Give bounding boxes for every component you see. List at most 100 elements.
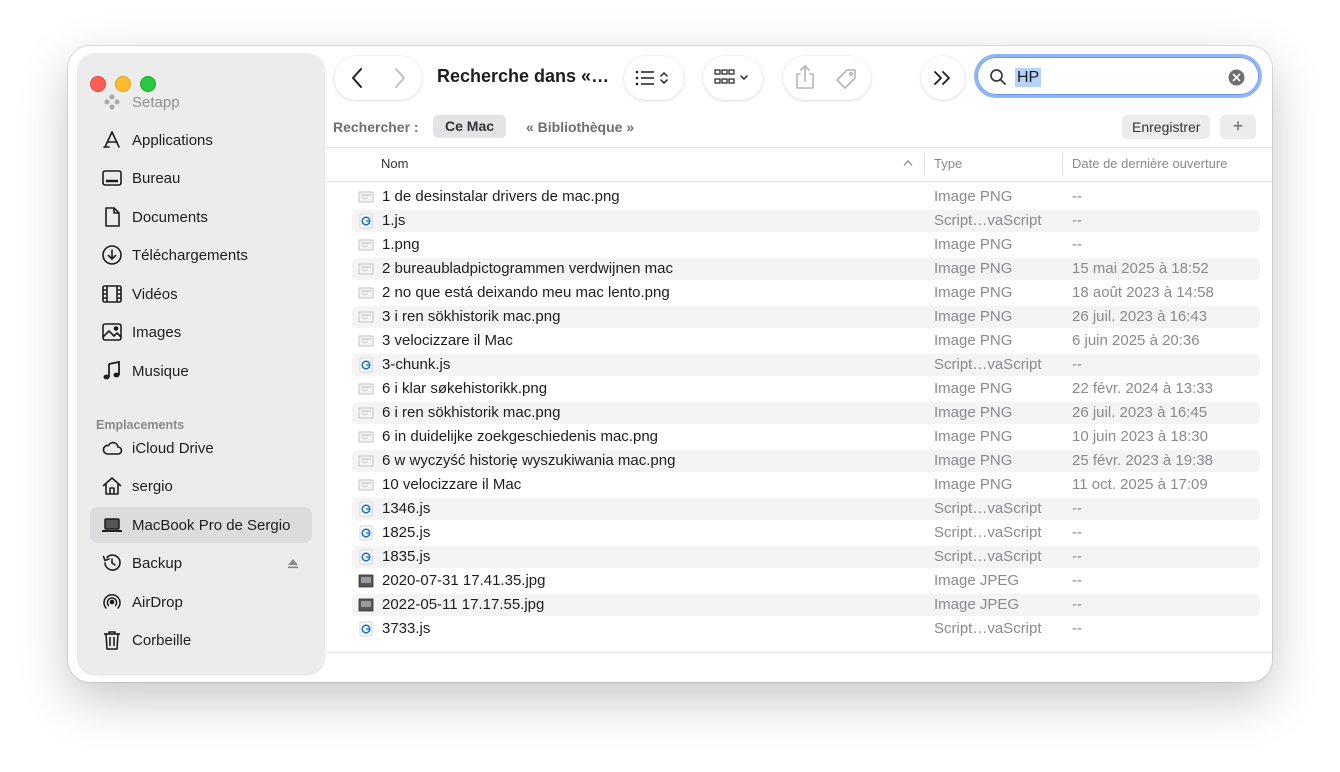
sidebar-item-label: AirDrop <box>132 593 183 611</box>
file-list: 1 de desinstalar drivers de mac.png Image… <box>326 186 1272 652</box>
sidebar-item-documents[interactable]: Documents <box>90 199 312 235</box>
sidebar-item-airdrop[interactable]: AirDrop <box>90 584 312 620</box>
share-button[interactable] <box>796 65 814 89</box>
file-name: 3 velocizzare il Mac <box>382 332 513 349</box>
music-note-icon <box>100 359 124 383</box>
search-field[interactable]: HP <box>974 54 1262 98</box>
sidebar-item-label: iCloud Drive <box>132 439 214 457</box>
group-button[interactable] <box>703 56 763 100</box>
png-thumbnail-icon <box>358 333 374 349</box>
search-icon <box>990 69 1006 85</box>
more-toolbar-button[interactable] <box>921 56 965 100</box>
file-row[interactable]: 6 w wyczyść historię wyszukiwania mac.pn… <box>352 450 1260 472</box>
file-type: Image PNG <box>934 284 1013 301</box>
view-options-button[interactable] <box>624 56 684 100</box>
sidebar-item-backup[interactable]: Backup <box>90 545 312 581</box>
file-row[interactable]: 1346.js Script…vaScript -- <box>352 498 1260 520</box>
sidebar-item-videos[interactable]: Vidéos <box>90 276 312 312</box>
list-view-icon <box>635 70 668 86</box>
home-icon <box>100 474 124 498</box>
png-thumbnail-icon <box>358 429 374 445</box>
file-name: 6 w wyczyść historię wyszukiwania mac.pn… <box>382 452 676 469</box>
sidebar-item-trash[interactable]: Corbeille <box>90 622 312 658</box>
file-name: 6 i klar søkehistorikk.png <box>382 380 548 397</box>
sidebar-item-bureau[interactable]: Bureau <box>90 160 312 196</box>
time-machine-icon <box>100 551 124 575</box>
column-date-header[interactable]: Date de dernière ouverture <box>1072 156 1227 171</box>
file-row[interactable]: 1 de desinstalar drivers de mac.png Image… <box>352 186 1260 208</box>
file-name: 10 velocizzare il Mac <box>382 476 522 493</box>
png-thumbnail-icon <box>358 381 374 397</box>
sidebar-item-applications[interactable]: Applications <box>90 122 312 158</box>
document-icon <box>100 205 124 229</box>
file-type: Image PNG <box>934 236 1013 253</box>
column-name-header[interactable]: Nom <box>381 156 408 171</box>
file-name: 1.js <box>382 212 406 229</box>
file-last-opened-date: 6 juin 2025 à 20:36 <box>1072 332 1200 349</box>
file-row[interactable]: 2022-05-11 17.17.55.jpg Image JPEG -- <box>352 594 1260 616</box>
file-last-opened-date: -- <box>1072 500 1082 517</box>
file-row[interactable]: 6 in duidelijke zoekgeschiedenis mac.png… <box>352 426 1260 448</box>
column-divider[interactable] <box>1062 153 1063 175</box>
file-last-opened-date: -- <box>1072 212 1082 229</box>
add-criteria-button[interactable]: + <box>1220 115 1256 139</box>
file-row[interactable]: 2020-07-31 17.41.35.jpg Image JPEG -- <box>352 570 1260 592</box>
file-row[interactable]: 3-chunk.js Script…vaScript -- <box>352 354 1260 376</box>
file-row[interactable]: 1825.js Script…vaScript -- <box>352 522 1260 544</box>
list-bottom-divider <box>326 652 1272 653</box>
file-row[interactable]: 3 i ren sökhistorik mac.png Image PNG 26 j… <box>352 306 1260 328</box>
js-file-icon <box>358 621 374 637</box>
sidebar-item-label: Documents <box>132 208 208 226</box>
file-row[interactable]: 1835.js Script…vaScript -- <box>352 546 1260 568</box>
eject-icon[interactable] <box>286 556 300 570</box>
sidebar-item-icloud[interactable]: iCloud Drive <box>90 430 312 466</box>
desktop-icon <box>100 166 124 190</box>
sidebar-item-setapp[interactable]: Setapp <box>90 84 312 120</box>
file-row[interactable]: 1.js Script…vaScript -- <box>352 210 1260 232</box>
file-row[interactable]: 3 velocizzare il Mac Image PNG 6 juin 2025… <box>352 330 1260 352</box>
cloud-icon <box>100 436 124 460</box>
back-button[interactable] <box>352 68 362 88</box>
sidebar-item-macbook[interactable]: MacBook Pro de Sergio <box>90 507 312 543</box>
file-name: 1825.js <box>382 524 431 541</box>
file-row[interactable]: 2 bureaubladpictogrammen verdwijnen mac I… <box>352 258 1260 280</box>
search-input[interactable]: HP <box>1015 68 1042 87</box>
file-name: 3-chunk.js <box>382 356 451 373</box>
sidebar-item-music[interactable]: Musique <box>90 353 312 389</box>
column-type-header[interactable]: Type <box>934 156 962 171</box>
file-row[interactable]: 10 velocizzare il Mac Image PNG 11 oct. 20… <box>352 474 1260 496</box>
file-row[interactable]: 6 i klar søkehistorikk.png Image PNG 22 fé… <box>352 378 1260 400</box>
file-last-opened-date: -- <box>1072 356 1082 373</box>
scope-this-mac-button[interactable]: Ce Mac <box>433 115 507 138</box>
file-type: Script…vaScript <box>934 356 1042 373</box>
sidebar-item-home[interactable]: sergio <box>90 468 312 504</box>
file-type: Image JPEG <box>934 572 1020 589</box>
file-type: Image PNG <box>934 260 1013 277</box>
file-last-opened-date: -- <box>1072 524 1082 541</box>
file-row[interactable]: 6 i ren sökhistorik mac.png Image PNG 26 j… <box>352 402 1260 424</box>
scope-library-button[interactable]: « Bibliothèque » <box>526 119 634 135</box>
file-name: 1 de desinstalar drivers de mac.png <box>382 188 620 205</box>
file-name: 1346.js <box>382 500 431 517</box>
png-thumbnail-icon <box>358 261 374 277</box>
sidebar-item-images[interactable]: Images <box>90 314 312 350</box>
file-last-opened-date: 11 oct. 2025 à 17:09 <box>1072 476 1208 493</box>
file-row[interactable]: 2 no que está deixando meu mac lento.png… <box>352 282 1260 304</box>
sidebar-item-label: Bureau <box>132 169 181 187</box>
chevron-double-right-icon <box>934 71 950 85</box>
png-thumbnail-icon <box>358 189 374 205</box>
file-row[interactable]: 1.png Image PNG -- <box>352 234 1260 256</box>
chevron-left-icon <box>352 68 362 88</box>
file-row[interactable]: 3733.js Script…vaScript -- <box>352 618 1260 640</box>
save-search-button[interactable]: Enregistrer <box>1122 115 1211 139</box>
file-type: Script…vaScript <box>934 548 1042 565</box>
sidebar-item-label: Vidéos <box>132 285 178 303</box>
clear-search-icon[interactable] <box>1228 69 1245 86</box>
applications-icon <box>100 128 124 152</box>
tag-button[interactable] <box>836 69 856 89</box>
column-divider[interactable] <box>924 153 925 175</box>
forward-button[interactable] <box>395 68 405 88</box>
trash-icon <box>100 628 124 652</box>
sidebar-item-downloads[interactable]: Téléchargements <box>90 237 312 273</box>
file-name: 6 i ren sökhistorik mac.png <box>382 404 561 421</box>
